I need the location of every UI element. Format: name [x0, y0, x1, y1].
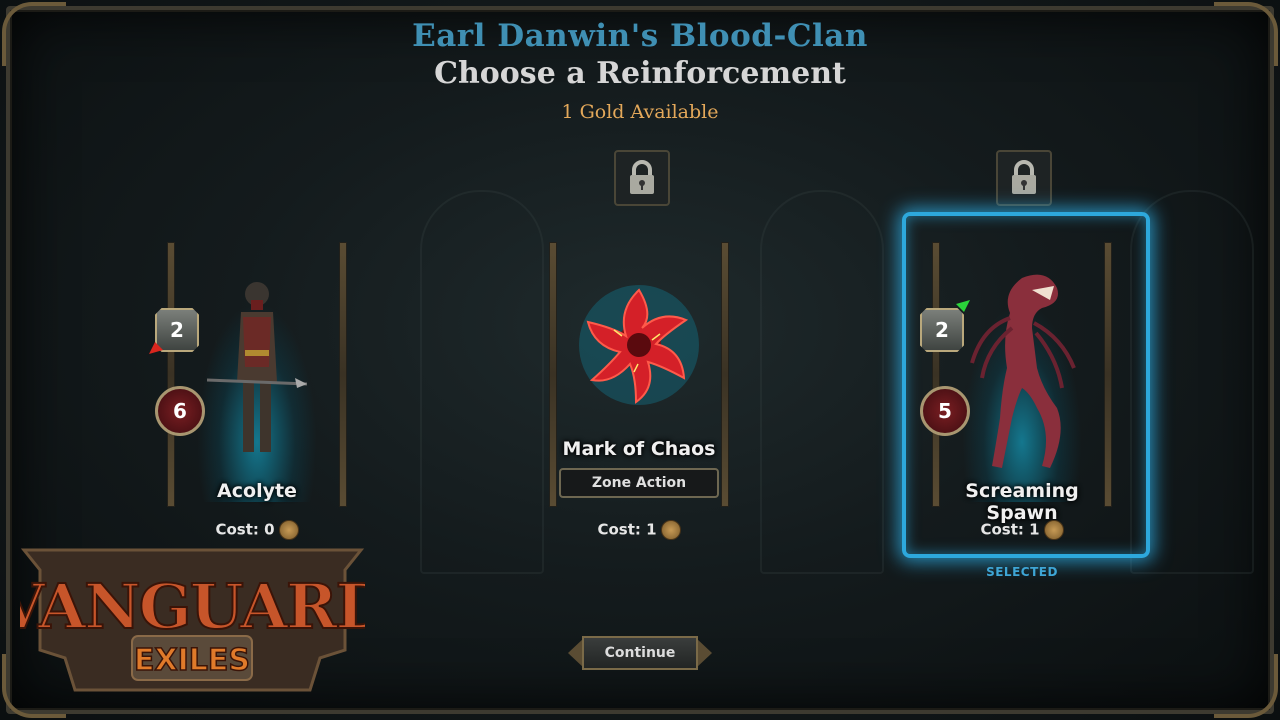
card-cost: Cost: 1	[932, 520, 1112, 540]
frame-corner-ornament	[1214, 654, 1278, 718]
card-name: Mark of Chaos	[562, 438, 716, 460]
reinforcement-card-acolyte[interactable]: 2 6 Acolyte	[149, 242, 347, 507]
chaos-star-icon	[579, 285, 699, 405]
card-frame-rail	[932, 242, 940, 507]
svg-text:EXILES: EXILES	[134, 643, 250, 678]
card-frame-rail	[167, 242, 175, 507]
gold-available: 1 Gold Available	[561, 101, 719, 123]
acolyte-figure-icon	[207, 282, 307, 452]
continue-label: Continue	[582, 636, 698, 670]
button-ornament	[696, 638, 712, 668]
spawn-creature-icon	[970, 274, 1076, 468]
clan-name: Earl Danwin's Blood-Clan	[412, 18, 868, 54]
stat-up-arrow-icon	[956, 300, 970, 312]
health-stat: 5	[920, 386, 970, 436]
card-frame-rail	[721, 242, 729, 507]
svg-text:VANGUARD: VANGUARD	[20, 570, 365, 643]
selected-label: SELECTED	[986, 565, 1058, 579]
card-cost: Cost: 1	[549, 520, 729, 540]
background-arch	[760, 190, 884, 574]
game-logo: VANGUARD EXILES	[20, 548, 365, 692]
lock-icon	[614, 150, 670, 206]
stat-down-arrow-icon	[149, 342, 163, 354]
cost-label: Cost: 1	[980, 520, 1040, 539]
reinforcement-card-mark-of-chaos[interactable]: Mark of Chaos Zone Action	[549, 242, 729, 507]
card-frame-rail	[1104, 242, 1112, 507]
background-arch	[420, 190, 544, 574]
card-name: Acolyte	[217, 480, 297, 502]
card-cost: Cost: 0	[167, 520, 347, 540]
lock-icon	[996, 150, 1052, 206]
cost-label: Cost: 1	[597, 520, 657, 539]
card-type-badge: Zone Action	[559, 468, 719, 498]
cost-label: Cost: 0	[215, 520, 275, 539]
header: Earl Danwin's Blood-Clan Choose a Reinfo…	[0, 18, 1280, 123]
gold-coin-icon	[660, 520, 681, 540]
gold-coin-icon	[1043, 520, 1064, 540]
card-frame-rail	[549, 242, 557, 507]
card-frame-rail	[339, 242, 347, 507]
continue-button[interactable]: Continue	[568, 630, 712, 676]
gold-coin-icon	[278, 520, 299, 540]
health-stat: 6	[155, 386, 205, 436]
card-name: Screaming Spawn	[965, 480, 1079, 524]
reinforcement-card-screaming-spawn[interactable]: 2 5 Screaming Spawn	[920, 242, 1112, 524]
page-title: Choose a Reinforcement	[434, 56, 846, 91]
